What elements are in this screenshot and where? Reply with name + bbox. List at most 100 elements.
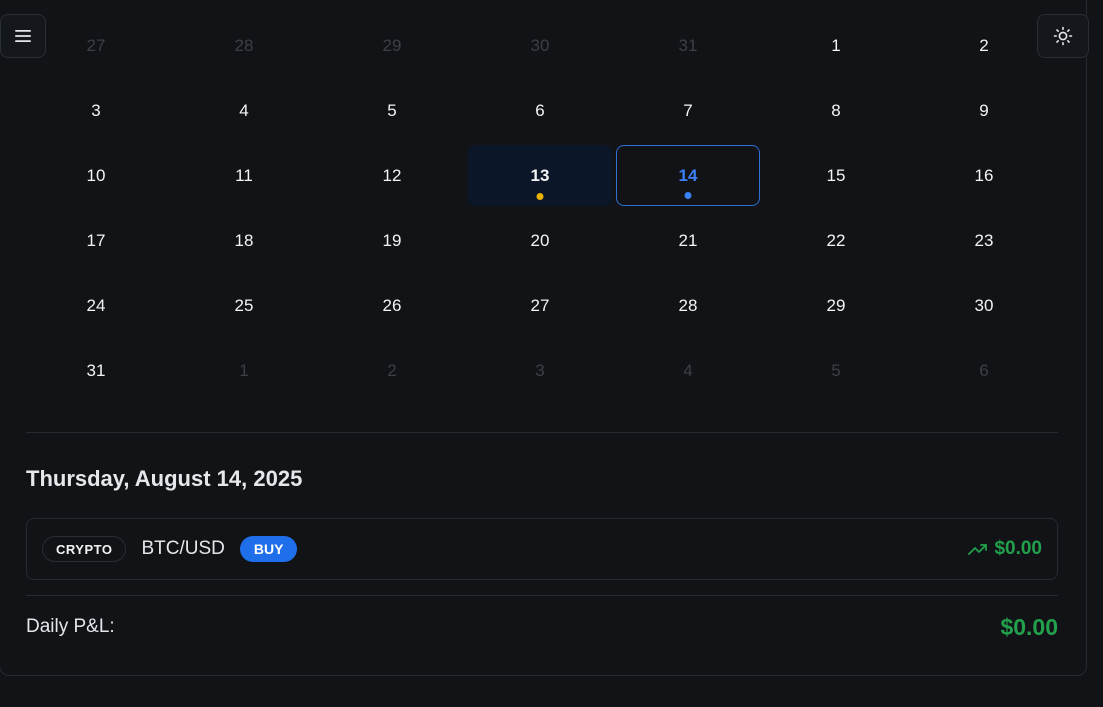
calendar-day[interactable]: 9: [912, 80, 1056, 141]
day-number: 11: [235, 165, 253, 185]
day-number: 30: [530, 35, 550, 55]
day-number: 4: [239, 100, 249, 120]
day-number: 28: [234, 35, 254, 55]
calendar-day[interactable]: 29: [764, 275, 908, 336]
day-number: 13: [530, 165, 550, 185]
day-number: 29: [826, 295, 846, 315]
day-number: 21: [678, 230, 698, 250]
daily-pnl-value: $0.00: [1000, 614, 1058, 640]
trade-indicator-dot: [684, 192, 692, 199]
day-number: 2: [979, 35, 989, 55]
calendar-day[interactable]: 3: [468, 340, 612, 401]
day-number: 12: [382, 165, 402, 185]
calendar-day[interactable]: 11: [172, 145, 316, 206]
calendar-day[interactable]: 19: [320, 210, 464, 271]
calendar-day[interactable]: 16: [912, 145, 1056, 206]
calendar-day[interactable]: 21: [616, 210, 760, 271]
day-number: 31: [678, 35, 698, 55]
trade-symbol: BTC/USD: [141, 538, 225, 559]
daily-pnl-label: Daily P&L:: [26, 616, 115, 637]
selected-date-title: Thursday, August 14, 2025: [26, 466, 303, 491]
calendar-day[interactable]: 1: [172, 340, 316, 401]
calendar-day-selected[interactable]: 14: [616, 145, 760, 206]
sun-icon: [1053, 26, 1073, 46]
calendar-day[interactable]: 1: [764, 15, 908, 76]
day-number: 25: [234, 295, 254, 315]
day-number: 2: [387, 360, 397, 380]
asset-type-badge: CRYPTO: [42, 536, 127, 562]
calendar-day[interactable]: 31: [24, 340, 168, 401]
calendar-day[interactable]: 26: [320, 275, 464, 336]
day-number: 16: [974, 165, 994, 185]
day-number: 28: [678, 295, 698, 315]
calendar-day[interactable]: 27: [468, 275, 612, 336]
calendar-day[interactable]: 7: [616, 80, 760, 141]
section-divider: [26, 432, 1058, 433]
calendar-day-today[interactable]: 13: [468, 145, 612, 206]
calendar-day[interactable]: 24: [24, 275, 168, 336]
summary-divider: [26, 595, 1058, 596]
calendar-day[interactable]: 5: [764, 340, 908, 401]
calendar-day[interactable]: 18: [172, 210, 316, 271]
day-number: 27: [530, 295, 550, 315]
calendar-day[interactable]: 30: [468, 15, 612, 76]
calendar-day[interactable]: 2: [320, 340, 464, 401]
day-number: 9: [979, 100, 989, 120]
day-number: 7: [683, 100, 693, 120]
trade-pnl: $0.00: [968, 538, 1042, 560]
theme-toggle-button[interactable]: [1037, 14, 1089, 58]
day-number: 18: [234, 230, 254, 250]
menu-button[interactable]: [0, 14, 46, 58]
day-number: 4: [683, 360, 693, 380]
calendar-day[interactable]: 8: [764, 80, 908, 141]
calendar-day[interactable]: 20: [468, 210, 612, 271]
day-number: 20: [530, 230, 550, 250]
day-number: 3: [91, 100, 101, 120]
day-number: 14: [678, 165, 698, 185]
calendar-day[interactable]: 22: [764, 210, 908, 271]
calendar-day[interactable]: 30: [912, 275, 1056, 336]
calendar-day[interactable]: 28: [172, 15, 316, 76]
calendar-day[interactable]: 23: [912, 210, 1056, 271]
day-number: 6: [535, 100, 545, 120]
calendar-day[interactable]: 6: [468, 80, 612, 141]
day-number: 30: [974, 295, 994, 315]
day-number: 15: [826, 165, 846, 185]
trade-pnl-value: $0.00: [994, 538, 1042, 559]
day-number: 3: [535, 360, 545, 380]
calendar-day[interactable]: 12: [320, 145, 464, 206]
calendar-day[interactable]: 4: [616, 340, 760, 401]
calendar-day[interactable]: 28: [616, 275, 760, 336]
day-number: 23: [974, 230, 994, 250]
day-number: 31: [86, 360, 106, 380]
day-number: 17: [86, 230, 106, 250]
calendar-day[interactable]: 25: [172, 275, 316, 336]
day-number: 19: [382, 230, 402, 250]
calendar-grid: 27 28 29 30 31 1 2 3 4 5 6 7 8 9 10 11 12 13 14 15 16 17 18 19 2…: [24, 15, 1060, 401]
day-number: 1: [239, 360, 249, 380]
day-number: 6: [979, 360, 989, 380]
calendar-day[interactable]: 10: [24, 145, 168, 206]
day-number: 5: [387, 100, 397, 120]
calendar-day[interactable]: 17: [24, 210, 168, 271]
day-number: 29: [382, 35, 402, 55]
calendar-day[interactable]: 15: [764, 145, 908, 206]
day-number: 5: [831, 360, 841, 380]
calendar-day[interactable]: 6: [912, 340, 1056, 401]
menu-icon: [15, 30, 31, 42]
day-number: 27: [86, 35, 106, 55]
calendar-day[interactable]: 31: [616, 15, 760, 76]
calendar-day[interactable]: 29: [320, 15, 464, 76]
day-number: 26: [382, 295, 402, 315]
day-number: 24: [86, 295, 106, 315]
trending-up-icon: [968, 544, 988, 555]
calendar-day[interactable]: 3: [24, 80, 168, 141]
trade-row[interactable]: CRYPTO BTC/USD BUY $0.00: [26, 518, 1058, 580]
calendar-day[interactable]: 4: [172, 80, 316, 141]
day-number: 1: [831, 35, 841, 55]
trade-side-badge: BUY: [239, 536, 298, 562]
calendar-day[interactable]: 2: [912, 15, 1056, 76]
day-number: 10: [86, 165, 106, 185]
trade-indicator-dot: [536, 193, 544, 200]
calendar-day[interactable]: 5: [320, 80, 464, 141]
